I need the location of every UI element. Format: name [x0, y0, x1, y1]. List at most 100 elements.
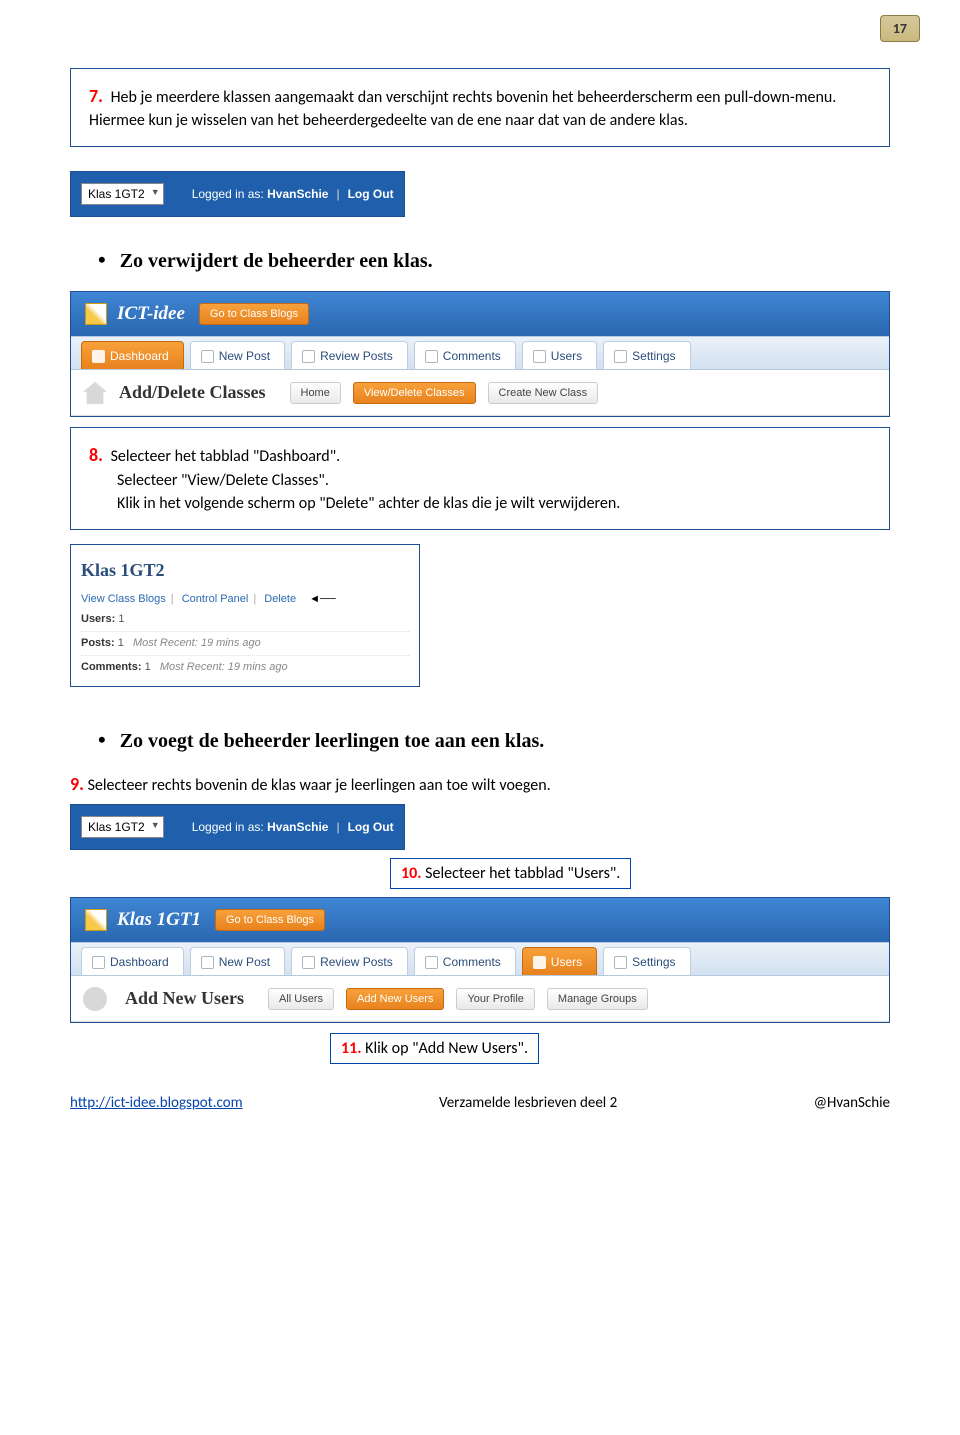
review-icon: [302, 350, 315, 363]
posts-label: Posts:: [81, 637, 115, 649]
posts-value: 1: [118, 637, 124, 649]
footer-center: Verzamelde lesbrieven deel 2: [439, 1094, 617, 1112]
users-icon: [533, 956, 546, 969]
subnav-home[interactable]: Home: [290, 382, 341, 404]
logged-in-user-2: HvanSchie: [267, 820, 328, 834]
settings-icon: [614, 350, 627, 363]
tab-users-2[interactable]: Users: [522, 947, 597, 975]
link-control-panel[interactable]: Control Panel: [182, 593, 249, 605]
bullet-dot-icon: •: [98, 727, 106, 752]
step-7-text: Heb je meerdere klassen aangemaakt dan v…: [89, 88, 836, 130]
logged-in-user: HvanSchie: [267, 187, 328, 201]
step-10-number: 10.: [401, 864, 422, 883]
step-8-box: 8. Selecteer het tabblad "Dashboard". Se…: [70, 427, 890, 530]
dash1-subtitle: Add/Delete Classes: [119, 382, 266, 403]
goto-class-blogs-button[interactable]: Go to Class Blogs: [199, 303, 309, 325]
tab-new-post-label: New Post: [219, 349, 270, 363]
heading-add-students-text: Zo voegt de beheerder leerlingen toe aan…: [120, 730, 545, 752]
footer-url[interactable]: http://ict-idee.blogspot.com: [70, 1094, 243, 1112]
step-11-number: 11.: [341, 1039, 362, 1058]
tab-new-post[interactable]: New Post: [190, 341, 285, 369]
tab-dashboard-label: Dashboard: [110, 349, 169, 363]
pencil-icon: [85, 909, 107, 931]
tab-comments-2[interactable]: Comments: [414, 947, 516, 975]
step-7-box: 7. Heb je meerdere klassen aangemaakt da…: [70, 68, 890, 147]
settings-icon: [614, 956, 627, 969]
comments-icon: [425, 956, 438, 969]
tab-comments-label: Comments: [443, 349, 501, 363]
logout-link[interactable]: Log Out: [348, 187, 394, 201]
tab-users[interactable]: Users: [522, 341, 597, 369]
tab-comments[interactable]: Comments: [414, 341, 516, 369]
tab-review-posts[interactable]: Review Posts: [291, 341, 408, 369]
dash2-tabstrip: Dashboard New Post Review Posts Comments…: [71, 942, 889, 976]
screenshot-klas-details: Klas 1GT2 View Class Blogs| Control Pane…: [70, 544, 420, 687]
admin-topbar-2: Klas 1GT2 Logged in as: HvanSchie | Log …: [71, 805, 404, 849]
step-8-number: 8.: [89, 444, 103, 466]
page-number-badge: 17: [880, 15, 920, 42]
step-10-box: 10. Selecteer het tabblad "Users".: [390, 858, 631, 889]
brand-title: ICT-idee: [117, 303, 185, 325]
screenshot-klas-select-1: Klas 1GT2 Logged in as: HvanSchie | Log …: [70, 171, 405, 217]
heading-delete-class-text: Zo verwijdert de beheerder een klas.: [120, 250, 433, 272]
step-8-line1: Selecteer het tabblad "Dashboard".: [111, 447, 341, 466]
footer-right: @HvanSchie: [814, 1094, 890, 1112]
comments-value: 1: [145, 661, 151, 673]
tab-new-post-label-2: New Post: [219, 955, 270, 969]
comments-recent: Most Recent: 19 mins ago: [160, 661, 288, 673]
dash2-header: Klas 1GT1 Go to Class Blogs: [71, 898, 889, 942]
subnav-create-new-class[interactable]: Create New Class: [488, 382, 599, 404]
link-delete[interactable]: Delete: [264, 593, 296, 605]
tab-review-posts-label-2: Review Posts: [320, 955, 393, 969]
tab-dashboard[interactable]: Dashboard: [81, 341, 184, 369]
separator: |: [336, 820, 339, 834]
dash1-tabstrip: Dashboard New Post Review Posts Comments…: [71, 336, 889, 370]
subnav-add-new-users[interactable]: Add New Users: [346, 988, 444, 1010]
dash2-subtitle: Add New Users: [125, 988, 244, 1009]
klas-title: Klas 1GT2: [81, 555, 409, 586]
tab-review-posts-2[interactable]: Review Posts: [291, 947, 408, 975]
tab-dashboard-2[interactable]: Dashboard: [81, 947, 184, 975]
tab-settings-label: Settings: [632, 349, 675, 363]
brand-title-2: Klas 1GT1: [117, 909, 201, 931]
subnav-view-delete-classes[interactable]: View/Delete Classes: [353, 382, 476, 404]
subnav-all-users[interactable]: All Users: [268, 988, 334, 1010]
dash1-header: ICT-idee Go to Class Blogs: [71, 292, 889, 336]
screenshot-dashboard-classes: ICT-idee Go to Class Blogs Dashboard New…: [70, 291, 890, 417]
step-9: 9. Selecteer rechts bovenin de klas waar…: [70, 771, 890, 798]
step-11-text: Klik op "Add New Users".: [365, 1039, 528, 1058]
tab-settings[interactable]: Settings: [603, 341, 690, 369]
tab-settings-label-2: Settings: [632, 955, 675, 969]
tab-review-posts-label: Review Posts: [320, 349, 393, 363]
step-8-line2: Selecteer "View/Delete Classes".: [117, 469, 329, 492]
klas-dropdown-2[interactable]: Klas 1GT2: [81, 816, 164, 838]
step-7-number: 7.: [89, 85, 103, 107]
tab-settings-2[interactable]: Settings: [603, 947, 690, 975]
new-post-icon: [201, 956, 214, 969]
new-post-icon: [201, 350, 214, 363]
klas-dropdown[interactable]: Klas 1GT2: [81, 183, 164, 205]
tab-new-post-2[interactable]: New Post: [190, 947, 285, 975]
arrow-left-icon: ◄──: [309, 593, 335, 605]
review-icon: [302, 956, 315, 969]
subnav-your-profile[interactable]: Your Profile: [456, 988, 534, 1010]
step-10-text: Selecteer het tabblad "Users".: [425, 864, 620, 883]
goto-class-blogs-button-2[interactable]: Go to Class Blogs: [215, 909, 325, 931]
posts-recent: Most Recent: 19 mins ago: [133, 637, 261, 649]
link-view-class-blogs[interactable]: View Class Blogs: [81, 593, 166, 605]
logout-link-2[interactable]: Log Out: [348, 820, 394, 834]
users-value: 1: [118, 613, 124, 625]
home-icon: [92, 956, 105, 969]
tab-users-label: Users: [551, 349, 582, 363]
step-11-box: 11. Klik op "Add New Users".: [330, 1033, 539, 1064]
subnav-manage-groups[interactable]: Manage Groups: [547, 988, 648, 1010]
pencil-icon: [85, 303, 107, 325]
klas-links: View Class Blogs| Control Panel| Delete …: [81, 590, 409, 609]
page-footer: http://ict-idee.blogspot.com Verzamelde …: [70, 1094, 890, 1112]
house-icon: [83, 382, 107, 404]
users-label: Users:: [81, 613, 115, 625]
section-heading-delete-class: •Zo verwijdert de beheerder een klas.: [70, 247, 890, 273]
section-heading-add-students: • Zo voegt de beheerder leerlingen toe aa…: [70, 727, 890, 753]
tab-comments-label-2: Comments: [443, 955, 501, 969]
tab-users-label-2: Users: [551, 955, 582, 969]
